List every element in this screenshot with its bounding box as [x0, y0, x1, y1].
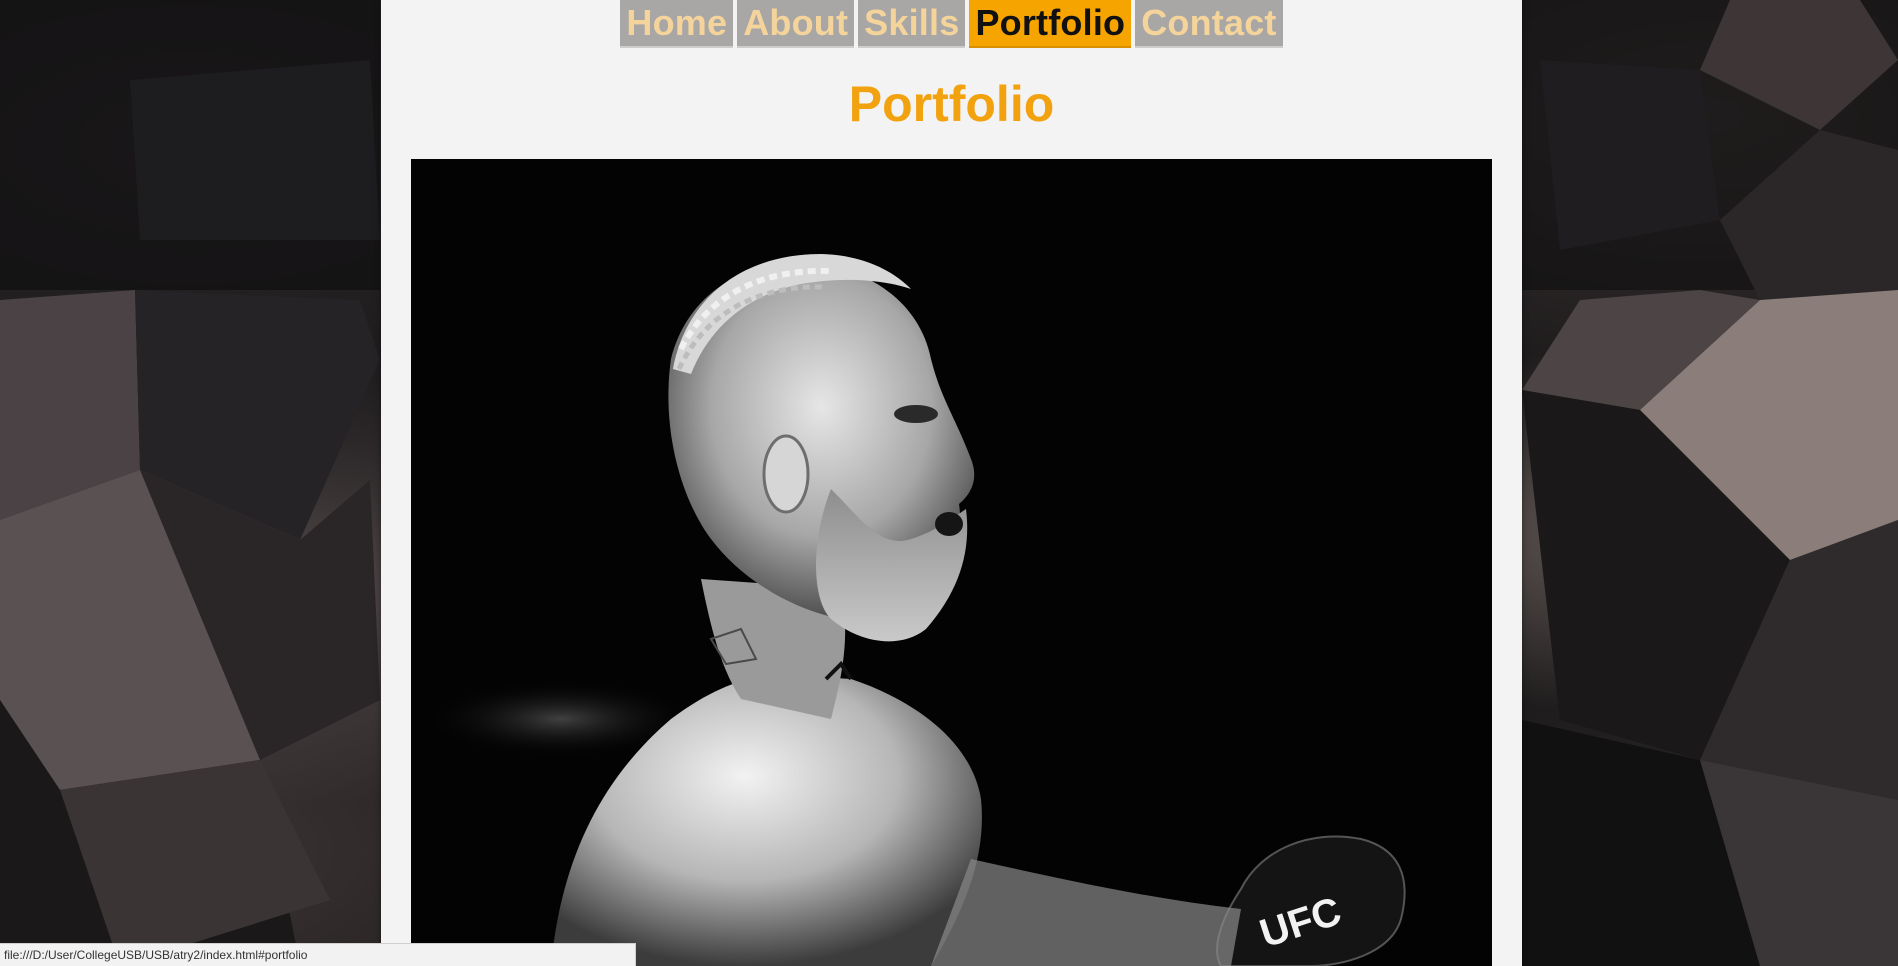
nav-item-home[interactable]: Home [620, 0, 734, 48]
content-panel: Home About Skills Portfolio Contact Port… [381, 0, 1522, 966]
nav-item-portfolio[interactable]: Portfolio [969, 0, 1132, 48]
main-navigation: Home About Skills Portfolio Contact [381, 0, 1522, 48]
browser-status-bar: file:///D:/User/CollegeUSB/USB/atry2/ind… [0, 943, 636, 966]
nav-item-skills[interactable]: Skills [858, 0, 966, 48]
nav-item-about[interactable]: About [737, 0, 855, 48]
nav-item-contact[interactable]: Contact [1135, 0, 1283, 48]
portfolio-image: UFC [411, 159, 1492, 966]
page-title: Portfolio [848, 76, 1055, 132]
